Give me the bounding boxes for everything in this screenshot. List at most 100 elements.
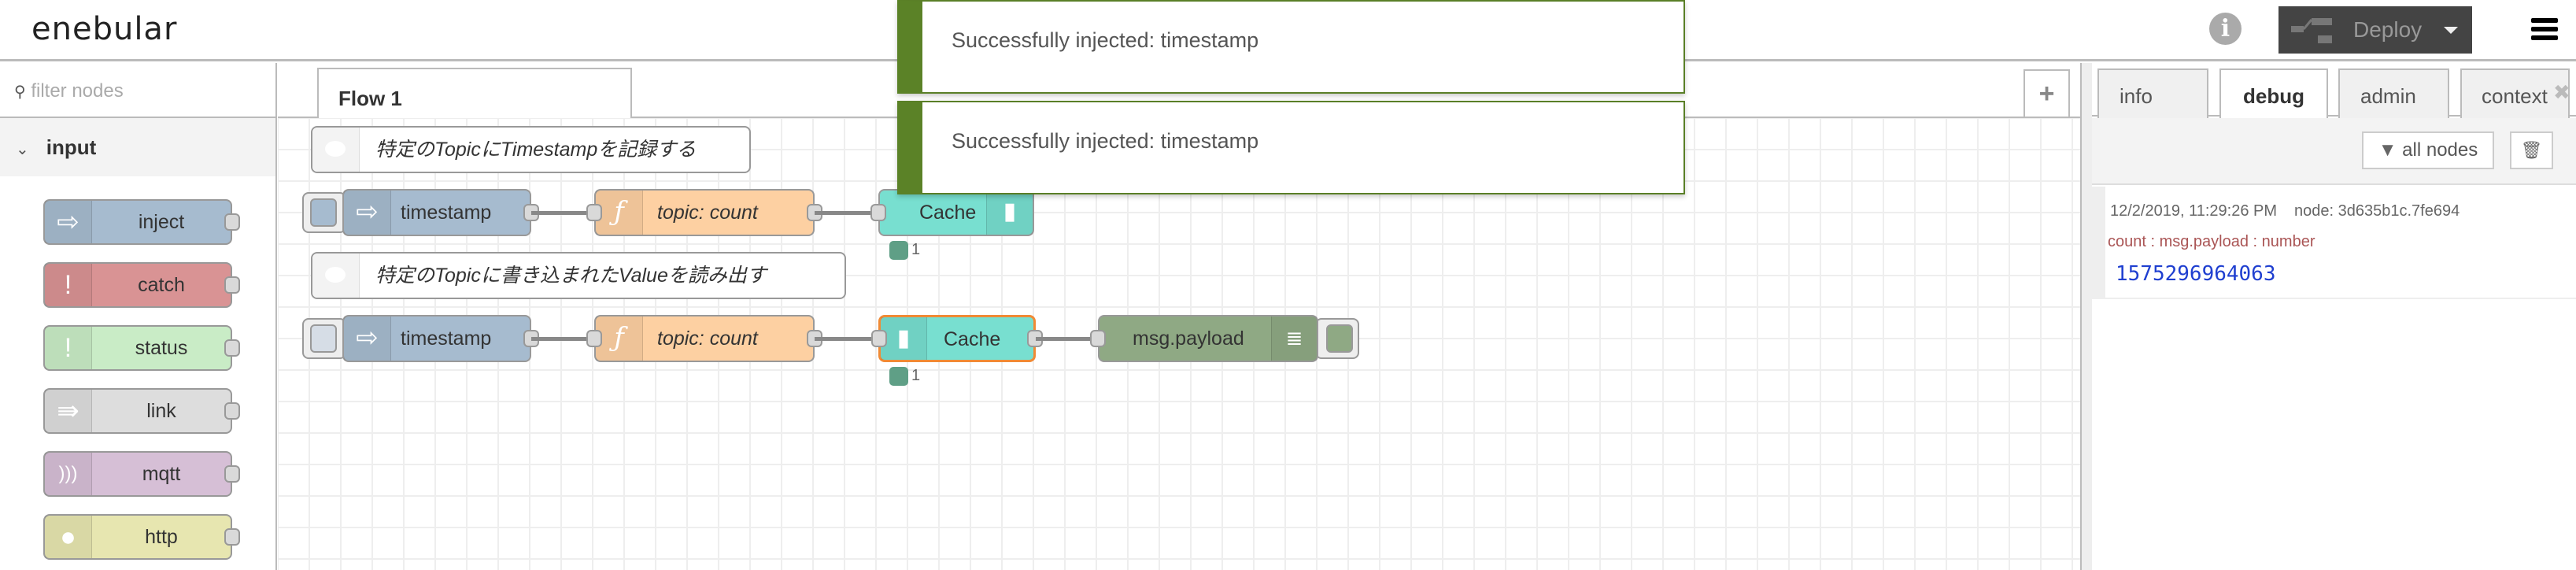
input-port[interactable]	[586, 330, 602, 347]
status-text: 1	[911, 367, 921, 384]
arrow-right-icon: ⇨	[344, 316, 391, 361]
info-icon[interactable]: i	[2209, 13, 2242, 45]
node-label: timestamp	[401, 328, 492, 350]
input-port[interactable]	[1090, 330, 1106, 347]
status-dot-icon	[889, 366, 908, 386]
inject-trigger-button[interactable]	[302, 192, 346, 233]
message-path: count : msg.payload : number	[2108, 233, 2315, 250]
message-meta: 12/2/2019, 11:29:26 PM node: 3d635b1c.7fe…	[2110, 202, 2576, 220]
tab-info[interactable]: info	[2097, 68, 2208, 118]
trash-icon: 🗑	[2520, 140, 2543, 160]
notification: Successfully injected: timestamp	[897, 101, 1685, 194]
message-node-link[interactable]: node: 3d635b1c.7fe694	[2294, 202, 2460, 220]
inject-node[interactable]: ⇨ timestamp	[342, 189, 539, 236]
node-label: catch	[138, 274, 185, 296]
input-port[interactable]	[871, 330, 887, 347]
alert-icon: !	[45, 327, 92, 369]
node-label: Cache	[919, 202, 977, 224]
inject-node[interactable]: ⇨ timestamp	[342, 315, 539, 362]
output-port	[224, 339, 240, 357]
wire	[815, 211, 878, 215]
wire	[1036, 337, 1099, 341]
link-icon: ⇛	[45, 390, 92, 432]
category-label: input	[46, 135, 97, 159]
arrow-right-icon: ⇨	[344, 191, 391, 235]
filter-nodes-input[interactable]: ⚲ filter nodes	[0, 63, 275, 118]
globe-icon: ●	[45, 516, 92, 558]
wire	[815, 337, 878, 341]
node-label: topic: count	[657, 202, 758, 224]
palette-node-status[interactable]: ! status	[43, 325, 240, 371]
alert-icon: !	[45, 264, 92, 306]
node-label: inject	[138, 211, 185, 233]
input-port[interactable]	[870, 204, 886, 221]
node-status: 1	[889, 366, 920, 386]
palette-node-catch[interactable]: ! catch	[43, 262, 240, 308]
comment-label: 特定のTopicに書き込まれたValueを読み出す	[375, 265, 767, 287]
add-flow-button[interactable]: +	[2023, 69, 2070, 118]
cache-node-selected[interactable]: ▮ Cache	[871, 315, 1043, 362]
status-text: 1	[911, 241, 921, 258]
notification-text: Successfully injected: timestamp	[952, 28, 1259, 52]
filter-all-nodes-button[interactable]: ▼ all nodes	[2362, 131, 2494, 169]
function-node[interactable]: ƒ topic: count	[586, 189, 822, 236]
clear-messages-button[interactable]: 🗑	[2510, 131, 2553, 169]
wire	[531, 337, 594, 341]
palette-node-link[interactable]: ⇛ link	[43, 388, 240, 434]
node-label: http	[145, 526, 178, 548]
filter-icon: ▼	[2378, 139, 2397, 161]
node-label: status	[135, 337, 188, 359]
debug-node[interactable]: msg.payload ≣	[1090, 315, 1318, 362]
notification-text: Successfully injected: timestamp	[952, 129, 1259, 153]
notification: Successfully injected: timestamp	[897, 0, 1685, 94]
output-port	[224, 402, 240, 420]
input-port[interactable]	[586, 204, 602, 221]
logo: enebular	[31, 11, 178, 47]
output-port	[224, 213, 240, 231]
status-dot-icon	[889, 240, 908, 260]
comment-icon	[312, 128, 360, 172]
tab-admin[interactable]: admin	[2338, 68, 2449, 118]
palette-node-mqtt[interactable]: ))) mqtt	[43, 451, 240, 497]
inject-trigger-button[interactable]	[302, 318, 346, 359]
node-label: timestamp	[401, 202, 492, 224]
debug-message: 12/2/2019, 11:29:26 PM node: 3d635b1c.7fe…	[2092, 187, 2576, 299]
function-icon: ƒ	[596, 316, 643, 361]
function-icon: ƒ	[596, 191, 643, 235]
message-value[interactable]: 1575296964063	[2116, 262, 2576, 286]
palette-node-inject[interactable]: ⇨ inject	[43, 199, 240, 245]
sidebar-tabs: info debug admin context ✖	[2092, 63, 2576, 118]
tab-debug[interactable]: debug	[2219, 68, 2328, 118]
wire	[531, 211, 594, 215]
debug-toggle-button[interactable]	[1315, 318, 1359, 359]
search-icon: ⚲	[14, 83, 26, 101]
close-icon[interactable]: ✖	[2553, 80, 2570, 105]
output-port	[224, 465, 240, 483]
node-label: link	[146, 400, 176, 422]
comment-node[interactable]: 特定のTopicにTimestampを記録する	[311, 126, 751, 173]
node-label: topic: count	[657, 328, 758, 350]
tab-flow-1[interactable]: Flow 1	[317, 68, 632, 120]
bridge-icon: )))	[45, 453, 92, 495]
message-timestamp: 12/2/2019, 11:29:26 PM	[2110, 202, 2278, 220]
deploy-button[interactable]: Deploy	[2278, 6, 2472, 54]
deploy-icon	[2291, 18, 2332, 43]
arrow-right-icon: ⇨	[45, 201, 92, 243]
comment-node[interactable]: 特定のTopicに書き込まれたValueを読み出す	[311, 252, 846, 299]
hamburger-menu-icon[interactable]	[2531, 18, 2558, 41]
chevron-down-icon: ⌄	[16, 141, 29, 158]
palette-node-http[interactable]: ● http	[43, 514, 240, 560]
filter-label: all nodes	[2402, 139, 2478, 161]
deploy-label: Deploy	[2353, 17, 2423, 42]
category-input[interactable]: ⌄ input	[0, 118, 275, 176]
node-label: msg.payload	[1133, 328, 1244, 350]
function-node[interactable]: ƒ topic: count	[586, 315, 822, 362]
sidebar-separator[interactable]	[2080, 63, 2082, 570]
output-port	[224, 528, 240, 546]
caret-down-icon[interactable]	[2444, 27, 2458, 34]
cache-node[interactable]: Cache ▮	[870, 189, 1034, 236]
output-port	[224, 276, 240, 294]
filter-placeholder: filter nodes	[31, 80, 124, 102]
database-icon: ▮	[986, 191, 1033, 235]
sidebar: info debug admin context ✖ ▼ all nodes 🗑…	[2080, 63, 2576, 570]
